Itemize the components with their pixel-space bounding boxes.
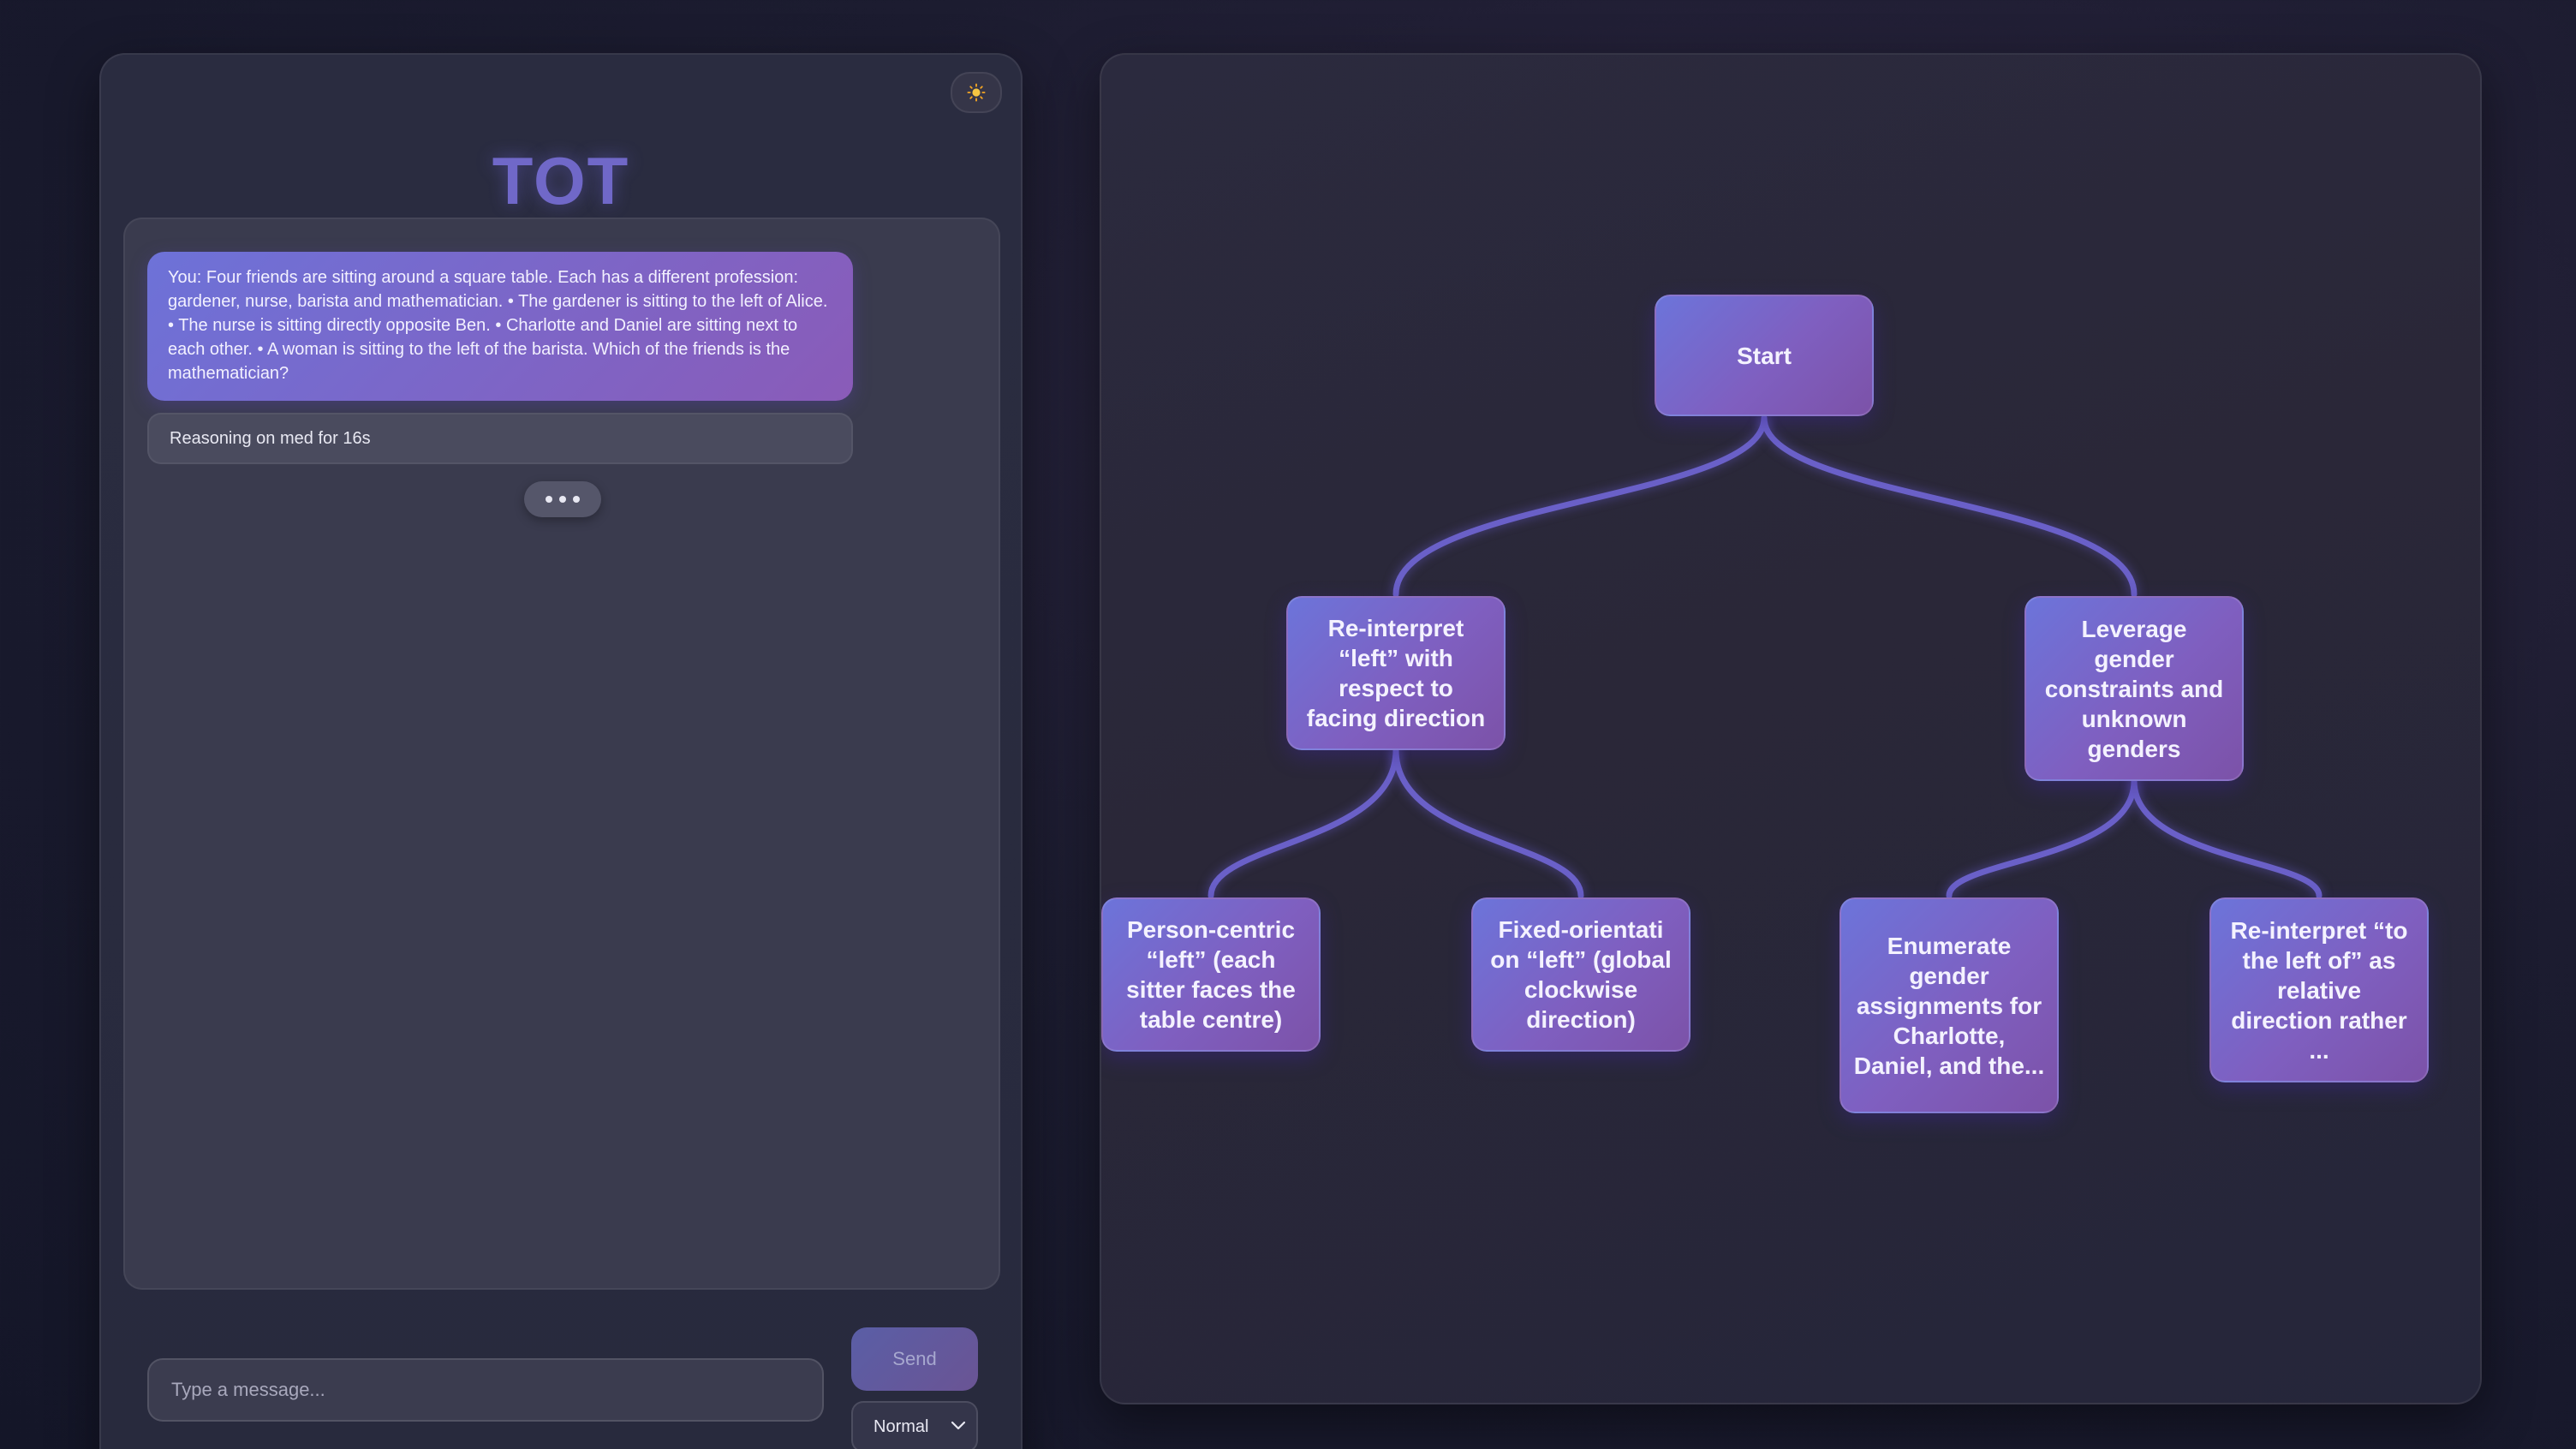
tree-node-enumerate-gender[interactable]: Enumerate gender assignments for Charlot… xyxy=(1840,897,2059,1113)
tree-edge-start-b xyxy=(1761,414,2138,598)
user-message: You: Four friends are sitting around a s… xyxy=(147,252,853,401)
message-input[interactable] xyxy=(147,1358,824,1422)
sun-icon xyxy=(967,83,986,102)
tree-node-reinterpret-left[interactable]: Re-interpret “left” with respect to faci… xyxy=(1286,596,1506,750)
tree-node-leverage-gender[interactable]: Leverage gender constraints and unknown … xyxy=(2024,596,2244,781)
tree-edge-a-a1 xyxy=(1208,747,1399,899)
tree-edge-start-a xyxy=(1392,414,1768,598)
messages-area[interactable]: You: Four friends are sitting around a s… xyxy=(123,218,1000,1290)
typing-indicator xyxy=(524,481,601,517)
tree-panel[interactable]: Start Re-interpret “left” with respect t… xyxy=(1100,53,2482,1404)
send-button[interactable]: Send xyxy=(851,1327,978,1391)
tree-node-fixed-orientation-left[interactable]: Fixed-orientati on “left” (global clockw… xyxy=(1471,897,1690,1052)
tree-node-start[interactable]: Start xyxy=(1655,295,1874,416)
theme-toggle-button[interactable] xyxy=(951,72,1002,113)
reasoning-status-message[interactable]: Reasoning on med for 16s xyxy=(147,413,853,464)
mode-select[interactable]: Normal xyxy=(851,1401,978,1449)
tree-node-person-centric-left[interactable]: Person-centric “left” (each sitter faces… xyxy=(1101,897,1321,1052)
typing-dot xyxy=(573,496,580,503)
tree-edge-b-b2 xyxy=(2131,778,2323,899)
app-title: TOT xyxy=(492,143,630,218)
typing-dot xyxy=(559,496,566,503)
tree-node-reinterpret-to-the-left-of[interactable]: Re-interpret “to the left of” as relativ… xyxy=(2209,897,2429,1082)
tree-edge-b-b1 xyxy=(1946,778,2138,899)
tree-edge-a-a2 xyxy=(1392,747,1584,899)
chevron-down-icon xyxy=(951,1421,966,1430)
chat-panel: TOT You: Four friends are sitting around… xyxy=(99,53,1023,1449)
typing-dot xyxy=(546,496,552,503)
mode-select-value: Normal xyxy=(874,1416,929,1436)
